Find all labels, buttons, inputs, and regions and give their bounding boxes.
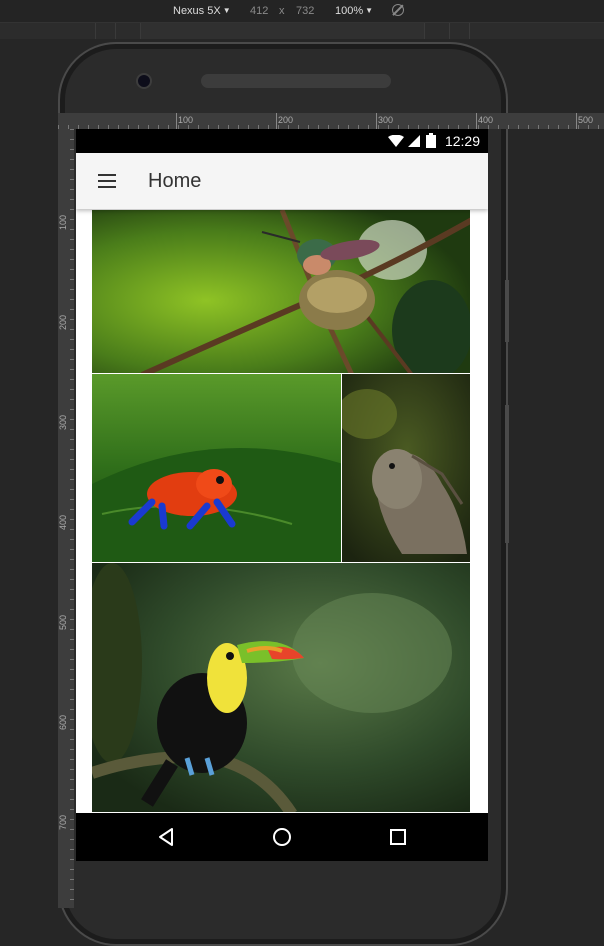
ruler-label: 600 [58,714,68,730]
back-icon[interactable] [154,825,178,849]
horizontal-ruler: 100 200 300 400 500 [58,113,604,129]
hamburger-menu-icon[interactable] [98,174,116,188]
ruler-label: 700 [58,814,68,830]
device-toolbar: Nexus 5X ▼ 412 x 732 100% ▼ [0,0,604,23]
zoom-value: 100% [335,5,364,17]
ruler-label: 100 [178,115,194,125]
navigation-bar [76,813,488,861]
media-query-bar[interactable] [0,23,604,39]
frog-image[interactable] [91,373,342,563]
hummingbird-image[interactable] [91,209,471,374]
toucan-image[interactable] [91,562,471,813]
page-title: Home [148,170,202,192]
ruler-label: 200 [58,314,68,330]
signal-icon [408,135,420,147]
chevron-down-icon: ▼ [222,6,231,15]
home-icon[interactable] [270,825,294,849]
device-screen: 12:29 Home [76,129,488,861]
wifi-icon [388,135,404,147]
app-bar: Home [76,153,488,209]
ruler-label: 100 [58,214,68,230]
recents-icon[interactable] [386,825,410,849]
battery-icon [426,133,436,148]
device-select[interactable]: Nexus 5X ▼ [173,5,231,17]
ruler-label: 300 [378,115,394,125]
power-button [505,405,509,543]
vertical-ruler: 100 200 300 400 500 600 700 [58,129,74,908]
volume-button [505,280,509,342]
dimension-separator: x [279,5,285,17]
speaker-grille [201,74,391,88]
camera-icon [136,73,152,89]
height-input[interactable]: 732 [296,5,314,17]
ruler-label: 500 [58,614,68,630]
rotate-icon[interactable] [392,4,404,16]
zoom-select[interactable]: 100% ▼ [335,5,373,17]
ruler-label: 200 [278,115,294,125]
ruler-label: 400 [58,514,68,530]
image-gallery [76,209,488,813]
width-input[interactable]: 412 [250,5,268,17]
chevron-down-icon: ▼ [365,6,374,15]
ruler-label: 400 [478,115,494,125]
device-name: Nexus 5X [173,5,221,17]
iguana-image[interactable] [341,373,471,563]
status-time: 12:29 [444,133,480,149]
ruler-label: 300 [58,414,68,430]
ruler-label: 500 [578,115,594,125]
status-bar: 12:29 [76,129,488,153]
